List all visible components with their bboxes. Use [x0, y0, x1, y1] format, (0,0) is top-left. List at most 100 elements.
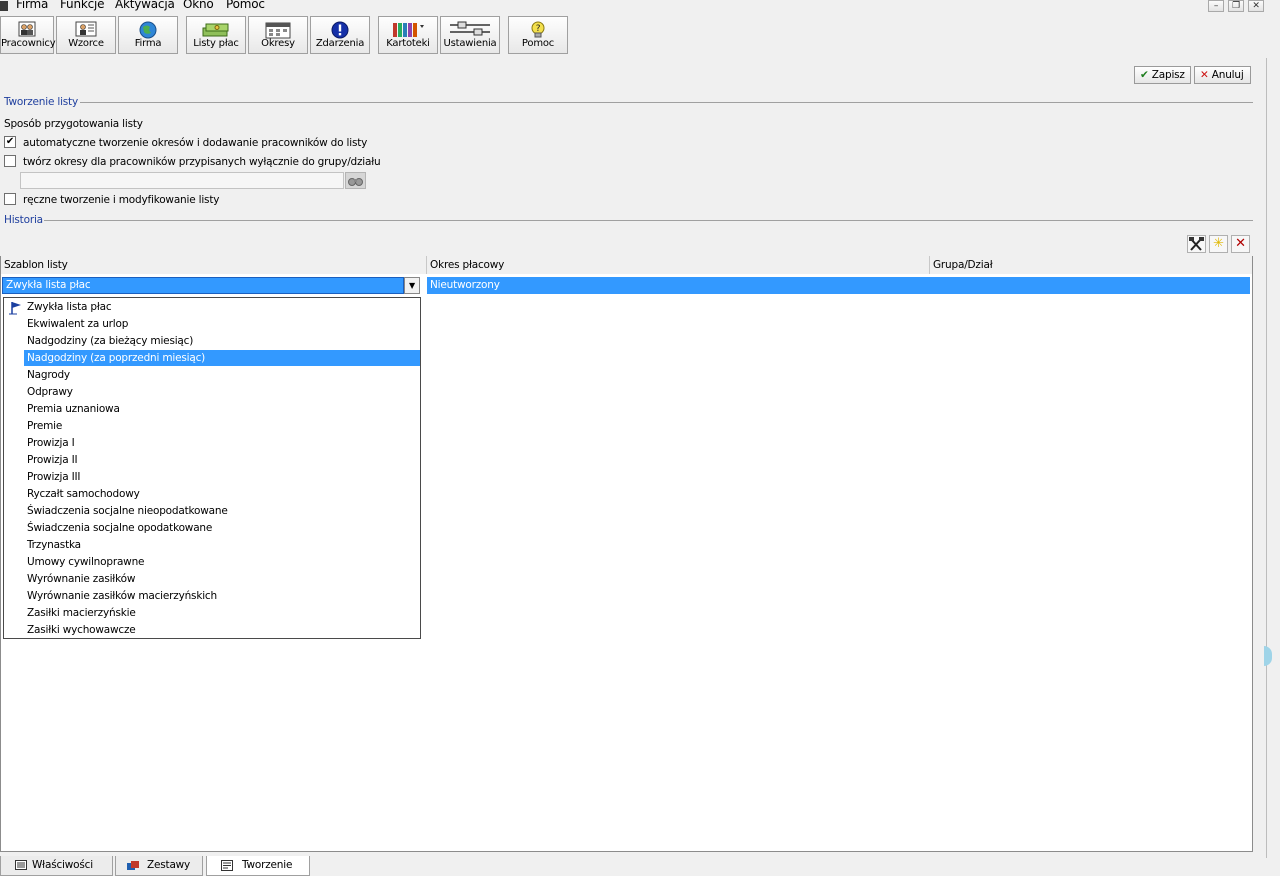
toolbar-pracownicy-button[interactable]: Pracownicy: [0, 16, 56, 54]
dropdown-option[interactable]: Prowizja III: [24, 469, 420, 485]
binders-icon: [393, 23, 424, 37]
dropdown-option[interactable]: Nadgodziny (za poprzedni miesiąc): [24, 350, 420, 366]
cancel-label: Anuluj: [1211, 69, 1244, 81]
menu-okno[interactable]: Okno: [183, 0, 214, 11]
toolbar-zdarzenia-button[interactable]: Zdarzenia: [310, 16, 370, 54]
dropdown-option[interactable]: Ryczałt samochodowy: [24, 486, 420, 502]
tab-label: Właściwości: [32, 859, 93, 871]
menu-bar: Firma Funkcje Aktywacja Okno Pomoc – ❐ ✕: [0, 0, 1280, 12]
dropdown-option[interactable]: Zasiłki macierzyńskie: [24, 605, 420, 621]
group-divider: [44, 220, 1253, 221]
period-cell[interactable]: Nieutworzony: [427, 277, 1250, 294]
dropdown-option[interactable]: Premia uznaniowa: [24, 401, 420, 417]
dropdown-option[interactable]: Nadgodziny (za bieżący miesiąc): [24, 333, 420, 349]
toolbar-label: Wzorce: [68, 38, 104, 49]
dropdown-option[interactable]: Wyrównanie zasiłków: [24, 571, 420, 587]
cancel-x-icon: ✕: [1200, 69, 1209, 81]
method-label: Sposób przygotowania listy: [4, 118, 143, 130]
dropdown-option[interactable]: Premie: [24, 418, 420, 434]
dropdown-option[interactable]: Świadczenia socjalne nieopodatkowane: [24, 503, 420, 519]
toolbar-label: Kartoteki: [386, 38, 430, 49]
sets-icon: [127, 861, 139, 870]
minimize-icon[interactable]: –: [1208, 0, 1224, 12]
group-divider: [80, 102, 1253, 103]
tools-button[interactable]: [1187, 235, 1206, 253]
new-icon[interactable]: ✳: [1209, 235, 1228, 253]
money-icon: [202, 23, 229, 37]
dropdown-option[interactable]: Wyrównanie zasiłków macierzyńskich: [24, 588, 420, 604]
dropdown-option[interactable]: Trzynastka: [24, 537, 420, 553]
templates-icon: [75, 21, 97, 37]
toolbar-wzorce-button[interactable]: Wzorce: [56, 16, 116, 54]
delete-icon[interactable]: ✕: [1231, 235, 1250, 253]
document-icon: [221, 860, 233, 871]
toolbar-kartoteki-button[interactable]: Kartoteki: [378, 16, 438, 54]
toolbar-ustawienia-button[interactable]: Ustawienia: [440, 16, 500, 54]
menu-firma[interactable]: Firma: [16, 0, 48, 11]
sliders-icon: [450, 21, 490, 36]
save-button[interactable]: ✔ Zapisz: [1134, 66, 1191, 84]
toolbar-listy-plac-button[interactable]: Listy płac: [186, 16, 246, 54]
dropdown-option[interactable]: Umowy cywilnoprawne: [24, 554, 420, 570]
toolbar-label: Ustawienia: [443, 38, 497, 49]
binoculars-icon: [348, 178, 363, 186]
dropdown-option[interactable]: Świadczenia socjalne opodatkowane: [24, 520, 420, 536]
calendar-icon: [265, 22, 291, 39]
exclamation-icon: [331, 21, 349, 39]
menu-funkcje[interactable]: Funkcje: [60, 0, 105, 11]
group-field[interactable]: [20, 172, 344, 189]
dropdown-option[interactable]: Odprawy: [24, 384, 420, 400]
dropdown-option[interactable]: Zwykła lista płac: [24, 299, 420, 315]
help-bulb-icon: ?: [531, 21, 545, 38]
close-icon[interactable]: ✕: [1248, 0, 1264, 12]
group-title-creation: Tworzenie listy: [4, 96, 78, 108]
tab-label: Zestawy: [147, 859, 191, 871]
globe-icon: [139, 21, 157, 39]
template-dropdown-list: Zwykła lista płac Ekwiwalent za urlop Nadg…: [3, 297, 421, 639]
manual-checkbox[interactable]: [4, 193, 16, 205]
dropdown-option[interactable]: Prowizja II: [24, 452, 420, 468]
group-only-checkbox[interactable]: [4, 155, 16, 167]
group-picker-button[interactable]: [345, 172, 366, 189]
properties-icon: [15, 860, 27, 870]
app-icon[interactable]: [0, 1, 8, 11]
col-header-group[interactable]: Grupa/Dział: [930, 256, 1252, 274]
toolbar-label: Pomoc: [521, 38, 555, 49]
save-label: Zapisz: [1151, 69, 1185, 81]
dropdown-option[interactable]: Nagrody: [24, 367, 420, 383]
tab-tworzenie[interactable]: Tworzenie: [206, 856, 310, 876]
combo-dropdown-arrow-icon[interactable]: ▼: [404, 277, 420, 294]
window-edge: [1266, 58, 1267, 858]
dropdown-option[interactable]: Ekwiwalent za urlop: [24, 316, 420, 332]
toolbar-firma-button[interactable]: Firma: [118, 16, 178, 54]
side-handle[interactable]: [1264, 646, 1272, 666]
dropdown-option[interactable]: Prowizja I: [24, 435, 420, 451]
toolbar-okresy-button[interactable]: Okresy: [248, 16, 308, 54]
col-header-period[interactable]: Okres płacowy: [427, 256, 930, 274]
menu-pomoc[interactable]: Pomoc: [226, 0, 265, 11]
col-header-template[interactable]: Szablon listy: [1, 256, 427, 274]
tools-icon: [1189, 237, 1204, 251]
default-flag-icon: [9, 302, 21, 315]
dropdown-option[interactable]: Zasiłki wychowawcze: [24, 622, 420, 638]
tab-label: Tworzenie: [242, 859, 293, 871]
auto-create-label: automatyczne tworzenie okresów i dodawan…: [23, 137, 368, 149]
tab-wlasciwosci[interactable]: Właściwości: [0, 856, 113, 876]
toolbar-label: Okresy: [261, 38, 295, 49]
restore-icon[interactable]: ❐: [1228, 0, 1244, 12]
manual-label: ręczne tworzenie i modyfikowanie listy: [23, 194, 220, 206]
toolbar-label: Zdarzenia: [315, 38, 365, 49]
auto-create-checkbox[interactable]: ✔: [4, 136, 16, 148]
menu-aktywacja[interactable]: Aktywacja: [115, 0, 175, 11]
check-icon: ✔: [1140, 69, 1149, 81]
toolbar-label: Pracownicy: [1, 38, 56, 49]
group-title-history: Historia: [4, 214, 43, 226]
toolbar-label: Firma: [134, 38, 162, 49]
toolbar-pomoc-button[interactable]: ? Pomoc: [508, 16, 568, 54]
toolbar-label: Listy płac: [193, 38, 239, 49]
template-combo[interactable]: Zwykła lista płac: [2, 277, 404, 294]
tab-zestawy[interactable]: Zestawy: [115, 856, 203, 876]
svg-text:?: ?: [536, 24, 541, 34]
cancel-button[interactable]: ✕ Anuluj: [1194, 66, 1251, 84]
people-icon: [18, 21, 36, 37]
